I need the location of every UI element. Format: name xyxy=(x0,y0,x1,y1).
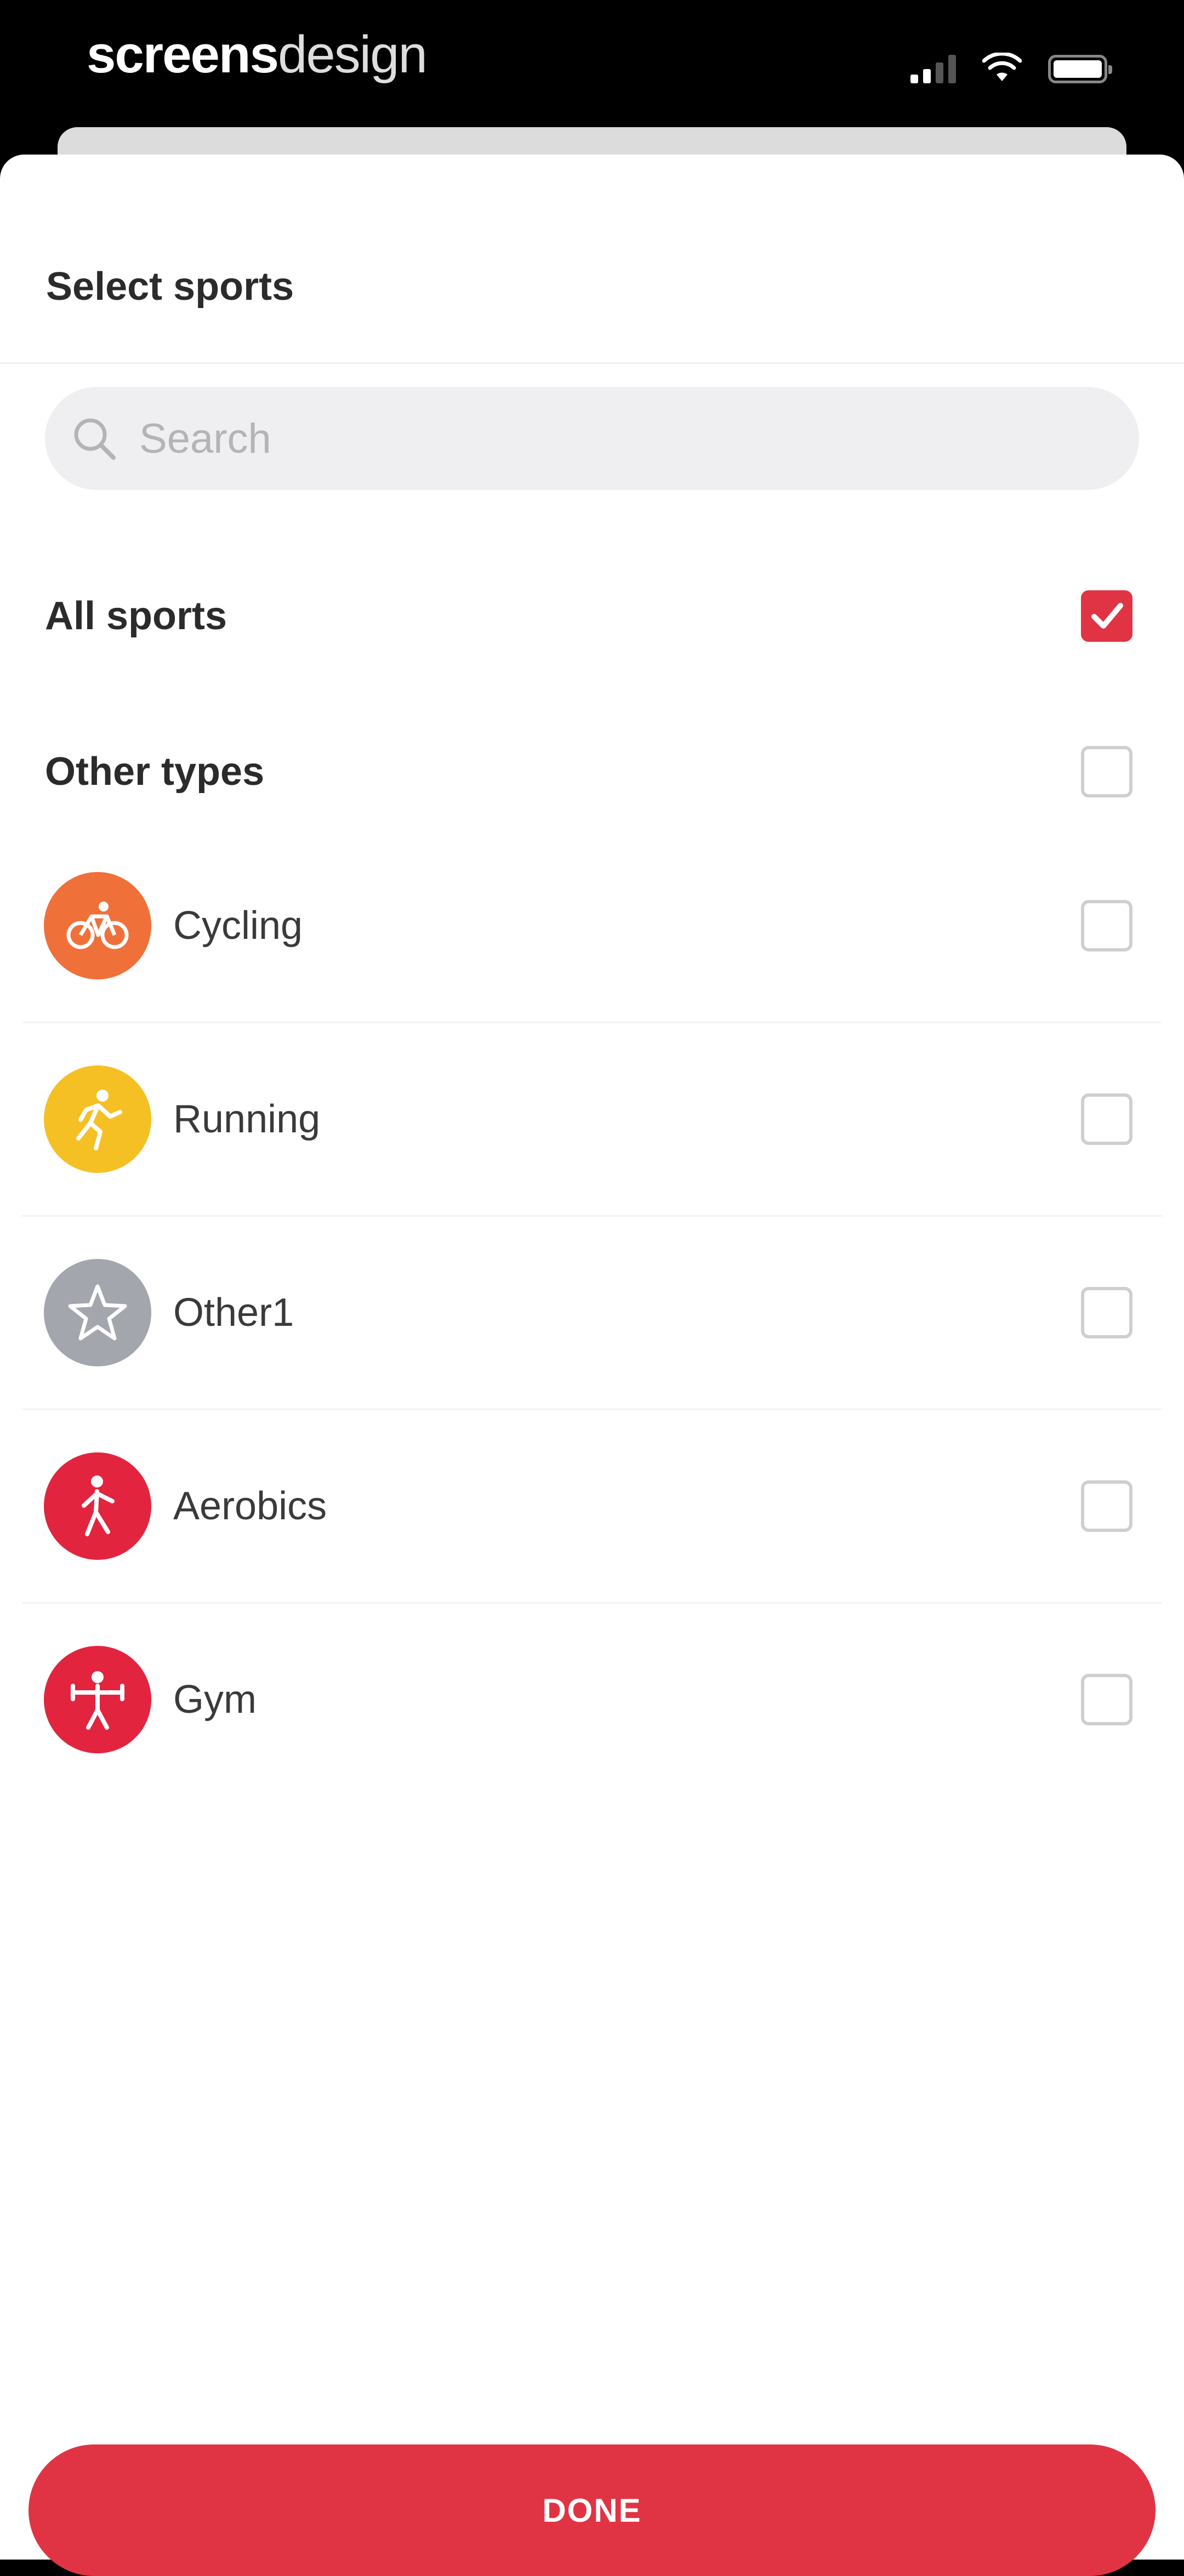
runner-icon xyxy=(44,1065,151,1173)
status-icons xyxy=(910,50,1112,83)
checkbox-all-sports[interactable] xyxy=(1081,590,1132,642)
checkbox-other1[interactable] xyxy=(1081,1287,1132,1338)
sport-item-other1[interactable]: Other1 xyxy=(0,1217,1184,1409)
star-icon xyxy=(44,1259,151,1366)
sport-item-aerobics[interactable]: Aerobics xyxy=(0,1410,1184,1602)
sheet-title: Select sports xyxy=(46,265,294,309)
option-label: All sports xyxy=(45,594,227,638)
search-bar[interactable] xyxy=(45,387,1139,490)
done-button[interactable]: DONE xyxy=(29,2444,1155,2576)
watermark-light: design xyxy=(277,25,428,84)
option-label: Other types xyxy=(45,750,265,794)
sport-label: Gym xyxy=(173,1678,257,1722)
select-sports-sheet: Select sports All sports Other types xyxy=(0,155,1184,2576)
sheet-header: Select sports xyxy=(0,155,1184,364)
sport-item-cycling[interactable]: Cycling xyxy=(0,830,1184,1022)
checkmark-icon xyxy=(1091,603,1123,629)
status-bar: screensdesign xyxy=(0,0,1184,126)
sport-label: Other1 xyxy=(173,1291,294,1335)
option-all-sports[interactable]: All sports xyxy=(0,561,1184,671)
option-other-types[interactable]: Other types xyxy=(0,717,1184,827)
checkbox-aerobics[interactable] xyxy=(1081,1480,1132,1532)
cellular-signal-icon xyxy=(910,53,956,83)
watermark-bold: screens xyxy=(87,25,279,84)
checkbox-cycling[interactable] xyxy=(1081,900,1132,951)
aerobics-icon xyxy=(44,1452,151,1560)
search-icon xyxy=(68,412,121,465)
checkbox-other-types[interactable] xyxy=(1081,746,1132,797)
watermark: screensdesign xyxy=(87,22,428,88)
battery-icon xyxy=(1048,55,1112,83)
checkbox-gym[interactable] xyxy=(1081,1674,1132,1725)
sport-label: Cycling xyxy=(173,904,303,948)
search-input[interactable] xyxy=(139,406,1071,471)
bicycle-icon xyxy=(44,872,151,979)
gym-icon xyxy=(44,1646,151,1753)
sport-label: Aerobics xyxy=(173,1484,327,1528)
sport-item-gym[interactable]: Gym xyxy=(0,1604,1184,1796)
wifi-icon xyxy=(982,53,1022,81)
checkbox-running[interactable] xyxy=(1081,1093,1132,1145)
sport-item-running[interactable]: Running xyxy=(0,1023,1184,1215)
sport-label: Running xyxy=(173,1097,321,1141)
